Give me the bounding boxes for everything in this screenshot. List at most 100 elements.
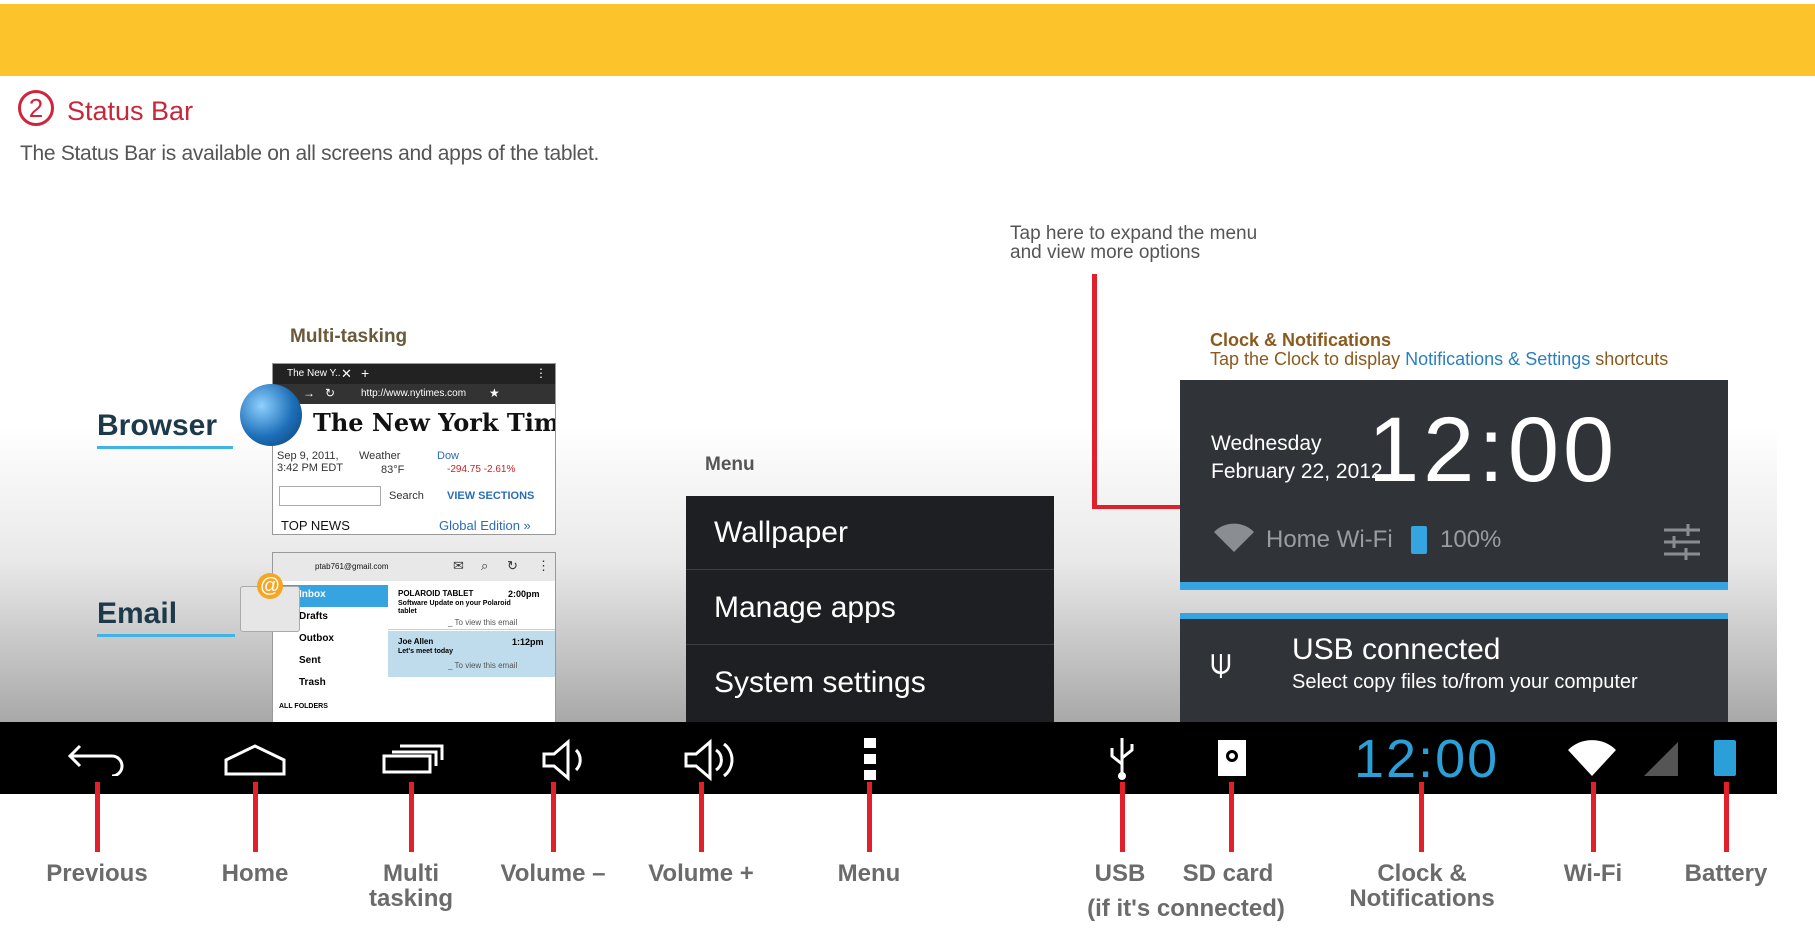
label-volume-up: Volume + (648, 860, 754, 887)
label-menu: Menu (837, 860, 901, 887)
battery-percent: 100% (1440, 526, 1502, 553)
label-clock: Clock & (1377, 860, 1467, 887)
weather-value: 83°F (381, 464, 405, 476)
usb-description: Select copy files to/from your computer (1292, 671, 1638, 693)
settings-sliders-icon[interactable] (1662, 524, 1702, 560)
clock-panel-sub: Tap the Clock to display Notifications &… (1210, 349, 1668, 370)
email-thumbnail[interactable]: ptab761@gmail.com ✉ ⌕ ↻ ⋮ Inbox Drafts O… (272, 552, 556, 724)
message-preview: _ To view this email (448, 618, 518, 627)
menu-item-wallpaper[interactable]: Wallpaper (686, 496, 1054, 570)
menu-icon[interactable] (864, 738, 876, 780)
callout-line (253, 782, 258, 852)
sd-card-icon (1218, 740, 1246, 776)
browser-underline (97, 446, 233, 449)
clock-sub-settings: Settings (1525, 349, 1591, 369)
panel-accent-strip (1180, 582, 1728, 590)
clock-sub-shortcuts: shortcuts (1590, 349, 1669, 369)
top-news-heading: TOP NEWS (281, 518, 350, 533)
folder-sent[interactable]: Sent (299, 655, 321, 666)
callout-line (551, 782, 556, 852)
reload-icon: ↻ (325, 386, 336, 400)
callout-line (1419, 782, 1424, 852)
usb-icon: ⍦ (1210, 641, 1232, 682)
clock-sub-text: Tap the Clock to display (1210, 349, 1406, 369)
battery-status-icon (1714, 740, 1736, 776)
browser-tabbar: The New Y.. ✕ + ⋮ (273, 364, 555, 384)
status-clock[interactable]: 12:00 (1354, 728, 1499, 790)
callout-line (409, 782, 414, 852)
usb-notification[interactable]: ⍦ USB connected Select copy files to/fro… (1180, 613, 1728, 723)
email-actionbar: ptab761@gmail.com ✉ ⌕ ↻ ⋮ (273, 553, 555, 581)
label-wifi: Wi-Fi (1563, 860, 1623, 887)
email-underline (97, 634, 235, 637)
wifi-status-icon (1566, 738, 1618, 778)
global-edition-link[interactable]: Global Edition » (439, 518, 531, 533)
search-icon: ⌕ (481, 558, 489, 573)
recent-apps-icon[interactable] (380, 742, 444, 776)
label-volume-down: Volume – (500, 860, 606, 887)
label-usb: USB (1094, 860, 1146, 887)
url-text: http://www.nytimes.com (361, 388, 467, 399)
close-tab-icon: ✕ (341, 366, 352, 381)
menu-item-system-settings[interactable]: System settings (686, 646, 1054, 720)
volume-up-icon[interactable] (682, 738, 738, 782)
at-sign-icon: @ (257, 573, 283, 599)
label-home: Home (221, 860, 289, 887)
wifi-icon (1210, 522, 1258, 554)
folder-trash[interactable]: Trash (299, 677, 326, 688)
label-previous: Previous (46, 860, 148, 887)
browser-tab: The New Y.. (287, 368, 341, 379)
menu-heading: Menu (705, 454, 755, 475)
browser-search-input[interactable] (279, 486, 381, 506)
folder-all[interactable]: ALL FOLDERS (279, 703, 328, 710)
callout-line (699, 782, 704, 852)
dow-label: Dow (437, 450, 460, 462)
label-multi: Multi (383, 860, 439, 887)
forward-icon: → (303, 386, 315, 400)
weather-label: Weather (359, 450, 401, 462)
message-sender: POLAROID TABLET (398, 589, 474, 598)
message-sender: Joe Allen (398, 637, 434, 646)
battery-icon (1411, 526, 1427, 554)
tap-note-line1: Tap here to expand the menu (1010, 223, 1258, 244)
folder-outbox[interactable]: Outbox (299, 633, 334, 644)
message-subject: Software Update on your Polaroid tablet (398, 600, 511, 615)
label-tasking: tasking (368, 885, 454, 912)
browser-urlbar: → ↻ http://www.nytimes.com ★ (273, 384, 555, 404)
callout-line (1724, 782, 1729, 852)
refresh-icon: ↻ (507, 558, 518, 573)
volume-down-icon[interactable] (540, 738, 588, 782)
wifi-name: Home Wi-Fi (1266, 526, 1393, 553)
clock-sub-notifications: Notifications & (1405, 349, 1521, 369)
message-time: 2:00pm (508, 589, 540, 599)
article-date: Sep 9, 2011, (277, 450, 339, 462)
message-preview: _ To view this email (448, 661, 518, 670)
callout-line (1591, 782, 1596, 852)
overflow-icon: ⋮ (535, 366, 547, 380)
label-battery: Battery (1684, 860, 1768, 887)
home-icon[interactable] (222, 742, 288, 776)
browser-label: Browser (97, 409, 218, 442)
label-connected-note: (if it's connected) (1087, 895, 1285, 922)
clock-panel-heading: Clock & Notifications (1210, 330, 1392, 350)
tap-note: Tap here to expand the menu and view mor… (1010, 224, 1257, 262)
message-row-2[interactable]: Joe Allen 1:12pm Let's meet today _ To v… (388, 631, 555, 677)
folder-inbox[interactable]: Inbox (299, 589, 326, 600)
clock-notification-panel[interactable]: Wednesday February 22, 2012 12:00 Home W… (1180, 380, 1728, 590)
folder-drafts[interactable]: Drafts (299, 611, 328, 622)
panel-accent-strip (1180, 613, 1728, 619)
back-icon[interactable] (66, 740, 126, 778)
label-notifications: Notifications (1349, 885, 1495, 912)
menu-panel: Wallpaper Manage apps System settings (686, 496, 1054, 724)
browser-search-button[interactable]: Search (389, 490, 424, 502)
email-account: ptab761@gmail.com (315, 562, 389, 571)
menu-item-manage-apps[interactable]: Manage apps (686, 571, 1054, 645)
star-icon: ★ (489, 386, 500, 400)
callout-line (1229, 782, 1234, 852)
browser-thumbnail[interactable]: The New Y.. ✕ + ⋮ → ↻ http://www.nytimes… (272, 363, 556, 535)
section-description: The Status Bar is available on all scree… (20, 142, 600, 165)
date-text: February 22, 2012 (1211, 460, 1383, 483)
nyt-masthead: The New York Times (313, 408, 555, 437)
message-row-1[interactable]: POLAROID TABLET 2:00pm Software Update o… (388, 585, 555, 630)
view-sections-link[interactable]: VIEW SECTIONS (447, 490, 534, 502)
